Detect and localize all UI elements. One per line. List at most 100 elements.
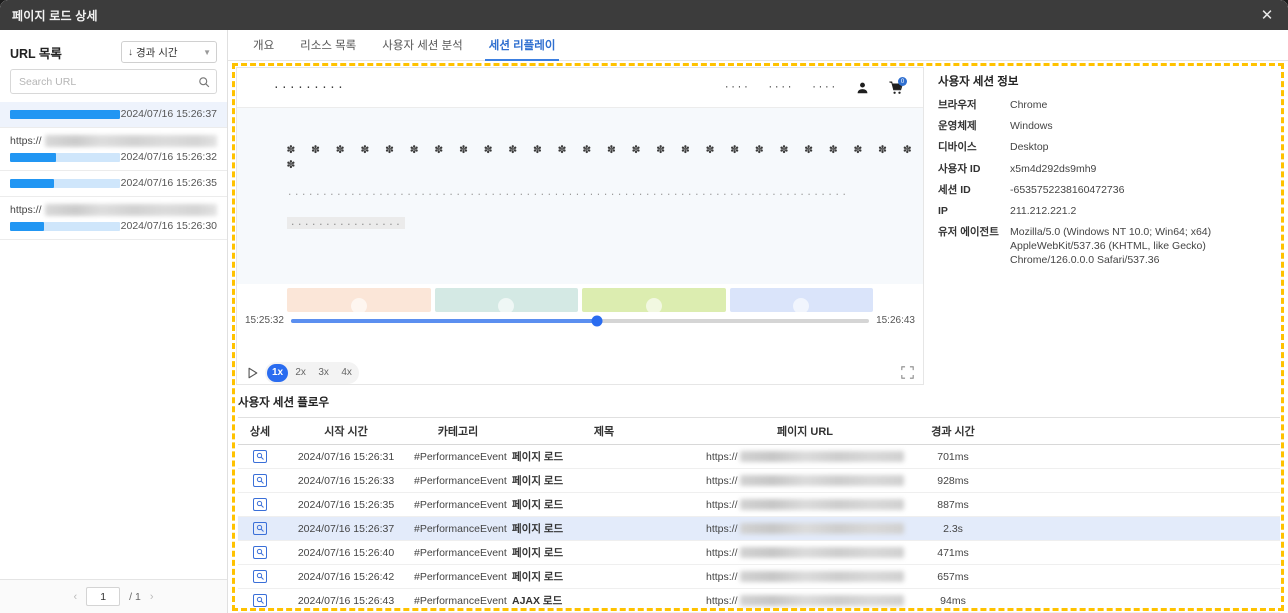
speed-1x[interactable]: 1x xyxy=(267,363,289,382)
table-row[interactable]: 2024/07/16 15:26:43 #PerformanceEvent AJAX… xyxy=(238,588,1280,613)
url-masked xyxy=(739,523,904,534)
page-number-input[interactable]: 1 xyxy=(86,587,121,606)
column-header-1[interactable]: 시작 시간 xyxy=(282,417,410,445)
table-row[interactable]: 2024/07/16 15:26:37 #PerformanceEvent 페이지 … xyxy=(238,516,1280,541)
duration-bar xyxy=(10,221,120,231)
speed-4x[interactable]: 4x xyxy=(336,364,357,382)
url-timestamp: 2024/07/16 15:26:35 xyxy=(120,177,217,189)
shopping-cart-icon: 0 xyxy=(888,77,907,95)
magnify-detail-icon[interactable] xyxy=(253,545,267,559)
chevron-left-icon[interactable]: ‹ xyxy=(73,591,77,603)
search-icon[interactable] xyxy=(197,75,210,88)
speed-2x[interactable]: 2x xyxy=(290,364,311,382)
magnify-detail-icon[interactable] xyxy=(253,569,267,583)
url-masked xyxy=(739,499,904,510)
timeline-segment-3[interactable] xyxy=(729,288,873,314)
url-timestamp: 2024/07/16 15:26:30 xyxy=(120,220,217,232)
speed-3x[interactable]: 3x xyxy=(313,364,334,382)
column-header-5[interactable]: 경과 시간 xyxy=(908,417,998,445)
table-row[interactable]: 2024/07/16 15:26:35 #PerformanceEvent 페이지 … xyxy=(238,492,1280,517)
url-cell: https:// xyxy=(702,540,908,565)
timeline-segment-2[interactable] xyxy=(582,288,726,314)
site-nav-item-1: ···· xyxy=(723,82,750,93)
content-area: 개요 리소스 목록 사용자 세션 분석 세션 리플레이 ········· ···· … xyxy=(228,30,1288,613)
detail-cell[interactable] xyxy=(238,468,282,493)
info-key: 사용자 ID xyxy=(938,162,981,175)
url-meta: 2024/07/16 15:26:30 xyxy=(10,220,217,232)
scrubber-row: 15:25:32 15:26:43 xyxy=(245,315,915,326)
start-time-cell: 2024/07/16 15:26:37 xyxy=(282,516,410,541)
session-info-row: 세션 ID -6535752238160472736 xyxy=(938,183,1274,197)
timeline-segment-0[interactable] xyxy=(287,288,431,314)
tab-2[interactable]: 사용자 세션 분석 xyxy=(369,37,475,60)
column-header-3[interactable]: 제목 xyxy=(506,417,702,445)
category-cell: #PerformanceEvent xyxy=(410,588,507,613)
session-flow-table: 상세 시작 시간 카테고리 제목 페이지 URL 경과 시간 2024/07/16 15:… xyxy=(238,417,1280,613)
session-info-row: 브라우저 Chrome xyxy=(938,98,1274,112)
table-body[interactable]: 2024/07/16 15:26:31 #PerformanceEvent 페이지 … xyxy=(238,444,1280,613)
detail-cell[interactable] xyxy=(238,588,282,613)
cart-badge: 0 xyxy=(898,77,907,86)
timeline-scrubber[interactable] xyxy=(291,315,869,326)
sort-dropdown[interactable]: ↓ 경과 시간 ▼ xyxy=(121,41,217,63)
modal-body: URL 목록 ↓ 경과 시간 ▼ Search URL 2024/07/16 1… xyxy=(0,30,1288,613)
play-icon[interactable] xyxy=(245,366,259,380)
session-info-row: 운영체제 Windows xyxy=(938,119,1274,133)
search-input[interactable] xyxy=(19,75,197,88)
column-header-4[interactable]: 페이지 URL xyxy=(702,417,908,445)
url-list-item[interactable]: https:// 2024/07/16 15:26:30 xyxy=(0,197,227,240)
url-list-item[interactable]: 2024/07/16 15:26:37 xyxy=(0,102,227,128)
magnify-detail-icon[interactable] xyxy=(253,521,267,535)
detail-cell[interactable] xyxy=(238,564,282,589)
fullscreen-icon[interactable] xyxy=(899,365,915,381)
column-header-0[interactable]: 상세 xyxy=(238,417,282,445)
page-title: 페이지 로드 상세 xyxy=(12,8,98,23)
close-icon[interactable]: ✕ xyxy=(1256,4,1278,26)
info-key: 운영체제 xyxy=(938,120,977,133)
url-list-sidebar: URL 목록 ↓ 경과 시간 ▼ Search URL 2024/07/16 1… xyxy=(0,30,228,613)
detail-cell[interactable] xyxy=(238,540,282,565)
url-cell: https:// xyxy=(702,468,908,493)
table-row[interactable]: 2024/07/16 15:26:31 #PerformanceEvent 페이지 … xyxy=(238,444,1280,469)
tab-1[interactable]: 리소스 목록 xyxy=(287,37,369,60)
magnify-detail-icon[interactable] xyxy=(253,449,267,463)
url-protocol: https:// xyxy=(706,474,738,487)
magnify-detail-icon[interactable] xyxy=(253,473,267,487)
table-row[interactable]: 2024/07/16 15:26:33 #PerformanceEvent 페이지 … xyxy=(238,468,1280,493)
timeline-segment-1[interactable] xyxy=(434,288,578,314)
segment-marker xyxy=(350,298,367,314)
column-header-2[interactable]: 카테고리 xyxy=(410,417,506,445)
start-time-cell: 2024/07/16 15:26:40 xyxy=(282,540,410,565)
tab-0[interactable]: 개요 xyxy=(240,37,287,60)
url-masked xyxy=(739,547,904,558)
detail-cell[interactable] xyxy=(238,492,282,517)
url-list-item[interactable]: 2024/07/16 15:26:35 xyxy=(0,171,227,197)
magnify-detail-icon[interactable] xyxy=(253,593,267,607)
url-list-item[interactable]: https:// 2024/07/16 15:26:32 xyxy=(0,128,227,171)
tab-3[interactable]: 세션 리플레이 xyxy=(476,37,569,61)
url-protocol: https:// xyxy=(706,522,738,535)
timeline-start-time: 15:25:32 xyxy=(245,315,284,326)
table-row[interactable]: 2024/07/16 15:26:40 #PerformanceEvent 페이지 … xyxy=(238,540,1280,565)
playback-speed-group[interactable]: 1x 2x 3x 4x xyxy=(265,361,360,384)
scrubber-handle[interactable] xyxy=(591,315,603,326)
sidebar-header: URL 목록 ↓ 경과 시간 ▼ xyxy=(0,30,227,69)
magnify-detail-icon[interactable] xyxy=(253,497,267,511)
title-cell: 페이지 로드 xyxy=(506,540,702,565)
detail-cell[interactable] xyxy=(238,516,282,541)
session-replay-player[interactable]: ········· ···· ···· ···· 0 ✽ ✽ ✽ ✽ ✽ ✽ ✽… xyxy=(236,67,924,385)
detail-cell[interactable] xyxy=(238,444,282,469)
session-info-row: 디바이스 Desktop xyxy=(938,140,1274,154)
segment-marker xyxy=(498,298,515,314)
table-row[interactable]: 2024/07/16 15:26:42 #PerformanceEvent 페이지 … xyxy=(238,564,1280,589)
url-cell: https:// xyxy=(702,516,908,541)
info-key: IP xyxy=(938,204,948,217)
replay-viewport: ········· ···· ···· ···· 0 ✽ ✽ ✽ ✽ ✽ ✽ ✽… xyxy=(237,68,923,284)
tab-bar[interactable]: 개요 리소스 목록 사용자 세션 분석 세션 리플레이 xyxy=(228,30,1288,61)
url-masked xyxy=(44,204,217,216)
url-protocol: https:// xyxy=(706,570,738,583)
search-box[interactable] xyxy=(10,69,217,94)
url-list[interactable]: 2024/07/16 15:26:37 https:// 2024/07/16 15… xyxy=(0,102,227,579)
pagination: ‹ 1 / 1 › xyxy=(0,579,227,613)
chevron-right-icon[interactable]: › xyxy=(150,591,154,603)
